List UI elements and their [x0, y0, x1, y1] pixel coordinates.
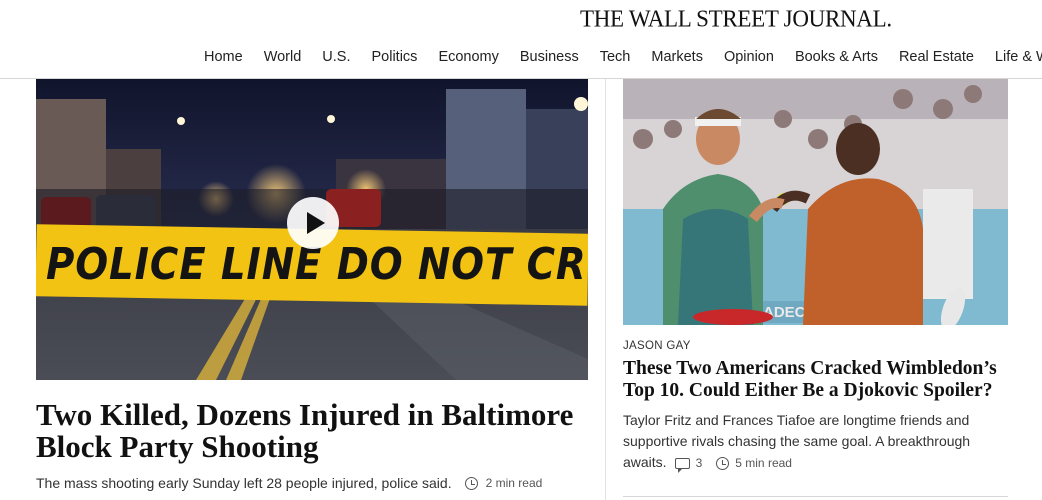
side-story-image[interactable]: ADECCO — [623, 79, 1008, 325]
lead-story-summary-row: The mass shooting early Sunday left 28 p… — [36, 475, 588, 491]
wsj-logo[interactable]: THE WALL STREET JOURNAL. — [580, 5, 892, 32]
main-nav: Home World U.S. Politics Economy Busines… — [204, 49, 1042, 65]
lead-story-read-time: 2 min read — [485, 476, 543, 490]
side-story-comment-count[interactable]: 3 — [696, 453, 703, 474]
side-story-author[interactable]: JASON GAY — [623, 340, 1008, 352]
side-story: ADECCO JASON GAY These Two Americans Cra… — [623, 79, 1008, 474]
column-divider — [605, 79, 606, 500]
nav-item-business[interactable]: Business — [520, 49, 579, 65]
nav-item-home[interactable]: Home — [204, 49, 243, 65]
section-rule — [623, 496, 1008, 497]
nav-item-markets[interactable]: Markets — [651, 49, 703, 65]
lead-story-image[interactable]: POLICE LINE DO NOT CROSS — [36, 79, 588, 380]
nav-item-books-arts[interactable]: Books & Arts — [795, 49, 878, 65]
nav-item-politics[interactable]: Politics — [372, 49, 418, 65]
clock-icon — [464, 476, 478, 490]
side-story-headline[interactable]: These Two Americans Cracked Wimbledon’s … — [623, 358, 1008, 402]
side-story-meta: 3 5 min read — [674, 453, 792, 474]
nav-item-tech[interactable]: Tech — [600, 49, 631, 65]
video-play-button[interactable] — [287, 197, 339, 249]
masthead: THE WALL STREET JOURNAL. Home World U.S.… — [0, 0, 1042, 79]
nav-item-real-estate[interactable]: Real Estate — [899, 49, 974, 65]
lead-story-summary: The mass shooting early Sunday left 28 p… — [36, 475, 452, 491]
side-story-summary-block: Taylor Fritz and Frances Tiafoe are long… — [623, 410, 1008, 474]
nav-item-life-work[interactable]: Life & W — [995, 49, 1042, 65]
side-story-read-time: 5 min read — [735, 455, 792, 470]
nav-item-us[interactable]: U.S. — [322, 49, 350, 65]
lead-story: POLICE LINE DO NOT CROSS Two Killed, Doz… — [36, 79, 588, 491]
clock-icon — [716, 456, 730, 470]
tennis-players-photo: ADECCO — [623, 79, 1008, 325]
nav-item-world[interactable]: World — [264, 49, 302, 65]
nav-item-economy[interactable]: Economy — [438, 49, 498, 65]
nav-item-opinion[interactable]: Opinion — [724, 49, 774, 65]
lead-story-headline[interactable]: Two Killed, Dozens Injured in Baltimore … — [36, 399, 588, 463]
comment-icon[interactable] — [674, 457, 690, 473]
play-icon — [307, 212, 325, 234]
